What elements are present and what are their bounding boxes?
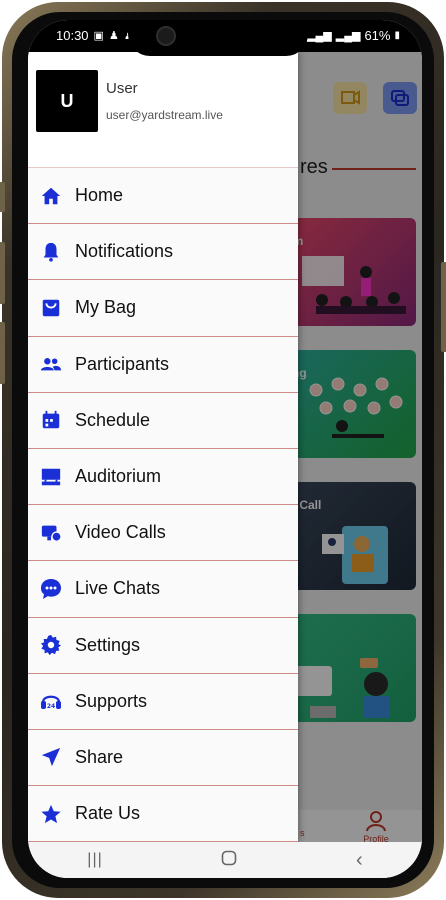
video-call-icon: [41, 525, 62, 542]
menu-item-label: Live Chats: [75, 578, 161, 599]
menu-item-label: Supports: [75, 690, 148, 711]
calendar-icon: [42, 411, 60, 429]
menu-item-label: Home: [75, 185, 124, 206]
avatar[interactable]: U: [36, 70, 98, 132]
battery-icon: ▮: [394, 30, 400, 41]
auditorium-icon: [41, 468, 61, 485]
back-icon[interactable]: ‹: [356, 849, 363, 872]
menu-item-supports[interactable]: 24 Supports: [28, 673, 298, 730]
menu-item-schedule[interactable]: Schedule: [28, 392, 298, 449]
people-icon: [40, 358, 62, 371]
navigation-drawer: U User user@yardstream.live Home Notific…: [28, 52, 298, 842]
menu-item-label: Settings: [75, 634, 141, 655]
phone-frame: 10:30 ▣ ♟ ♟ Vo LTE ▂▄▆ ▂▄▆ 61% ▮ res: [0, 2, 446, 898]
status-time: 10:30: [56, 28, 89, 43]
menu-item-label: Schedule: [75, 409, 151, 430]
signal-icon: ▂▄▆: [307, 30, 332, 42]
recent-apps-icon[interactable]: |||: [87, 851, 102, 869]
headset-icon: 24: [41, 695, 61, 710]
battery-level: 61%: [364, 28, 391, 43]
menu-item-participants[interactable]: Participants: [28, 336, 298, 393]
bell-icon: [43, 242, 59, 262]
front-camera: [156, 26, 176, 46]
menu-item-rate-us[interactable]: Rate Us: [28, 786, 298, 842]
menu-item-label: My Bag: [75, 297, 137, 318]
menu-item-live-chats[interactable]: Live Chats: [28, 561, 298, 618]
menu-item-settings[interactable]: Settings: [28, 617, 298, 674]
menu-item-label: Video Calls: [75, 522, 166, 543]
ghost-icon: ♟: [108, 30, 119, 42]
send-icon: [41, 748, 61, 767]
menu-item-share[interactable]: Share: [28, 729, 298, 787]
menu-item-label: Participants: [75, 353, 170, 374]
svg-text:24: 24: [47, 703, 55, 710]
notch: [128, 20, 308, 56]
volume-down-button: [0, 322, 5, 384]
system-nav-bar: ||| ‹: [28, 842, 422, 878]
mute-switch: [0, 182, 5, 212]
menu-item-label: Notifications: [75, 241, 174, 262]
user-email: user@yardstream.live: [106, 108, 223, 122]
menu-item-my-bag[interactable]: My Bag: [28, 280, 298, 337]
gear-icon: [40, 635, 62, 656]
volume-up-button: [0, 242, 5, 304]
menu-item-label: Auditorium: [75, 466, 162, 487]
chat-icon: [41, 578, 61, 599]
menu-item-home[interactable]: Home: [28, 168, 298, 225]
menu-item-video-calls[interactable]: Video Calls: [28, 505, 298, 562]
menu-item-auditorium[interactable]: Auditorium: [28, 448, 298, 506]
user-name: User: [106, 80, 138, 97]
bag-icon: [42, 299, 60, 317]
menu-item-label: Share: [75, 746, 124, 767]
screen: 10:30 ▣ ♟ ♟ Vo LTE ▂▄▆ ▂▄▆ 61% ▮ res: [28, 20, 422, 878]
user-header: U User user@yardstream.live: [28, 52, 298, 168]
menu-item-label: Rate Us: [75, 803, 141, 824]
home-button-icon[interactable]: [221, 850, 237, 871]
signal-icon: ▂▄▆: [335, 30, 361, 42]
home-icon: [41, 187, 61, 204]
menu-item-notifications[interactable]: Notifications: [28, 224, 298, 281]
star-icon: [41, 804, 61, 823]
power-button: [441, 262, 446, 352]
gallery-icon: ▣: [93, 30, 104, 42]
